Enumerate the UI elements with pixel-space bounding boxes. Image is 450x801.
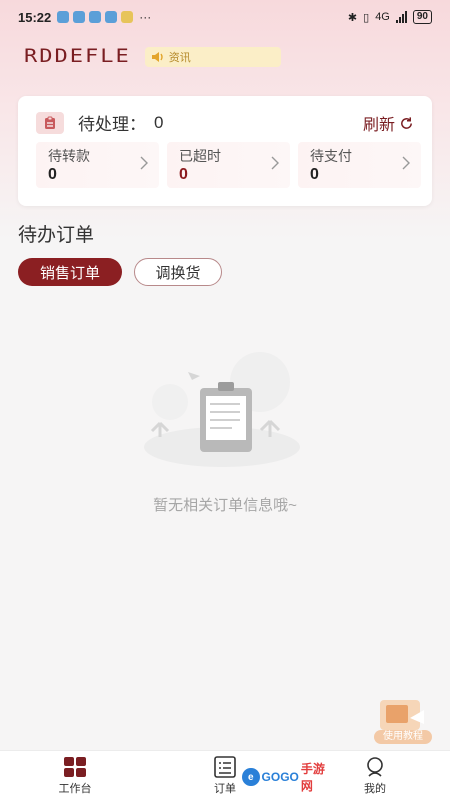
watermark-text: 手游网 bbox=[300, 762, 325, 793]
pending-header: 待处理： 0 bbox=[36, 110, 163, 135]
status-bar: 15:22 ··· ✱ ▯ 4G 90 bbox=[0, 0, 450, 34]
notification-icon bbox=[105, 11, 118, 23]
refresh-button[interactable]: 刷新 bbox=[363, 111, 414, 135]
stat-overdue[interactable]: 已超时 0 bbox=[167, 142, 290, 188]
stat-label: 待支付 bbox=[310, 148, 352, 164]
notification-icon bbox=[73, 11, 86, 23]
stat-label: 已超时 bbox=[179, 148, 221, 164]
tutorial-label: 使用教程 bbox=[374, 730, 432, 744]
battery-icon: 90 bbox=[412, 10, 432, 24]
pending-summary-card: 待处理： 0 刷新 待转款 0 已超时 0 待支付 0 bbox=[18, 96, 432, 206]
notification-icon bbox=[57, 11, 70, 23]
empty-state-illustration bbox=[144, 352, 300, 467]
pending-count: 0 bbox=[154, 112, 164, 132]
nav-label: 订单 bbox=[214, 783, 236, 795]
status-more-icon: ··· bbox=[139, 10, 152, 24]
grid-icon bbox=[64, 757, 86, 777]
vibrate-icon: ▯ bbox=[363, 11, 370, 24]
notification-icon bbox=[89, 11, 102, 23]
stat-label: 待转款 bbox=[48, 148, 90, 164]
stat-pending-transfer[interactable]: 待转款 0 bbox=[36, 142, 159, 188]
status-time: 15:22 bbox=[18, 9, 52, 25]
empty-state-text: 暂无相关订单信息哦~ bbox=[153, 497, 297, 514]
stat-pending-payment[interactable]: 待支付 0 bbox=[298, 142, 421, 188]
signal-icon bbox=[395, 11, 407, 23]
tab-workbench[interactable]: 工作台 bbox=[0, 751, 150, 801]
bluetooth-icon: ✱ bbox=[347, 11, 358, 24]
news-text: 资讯 bbox=[168, 51, 191, 64]
refresh-icon bbox=[401, 116, 412, 129]
chevron-right-icon bbox=[140, 156, 148, 170]
stat-value: 0 bbox=[48, 166, 57, 183]
bottom-tabbar: 工作台 订单 我的 bbox=[0, 750, 450, 801]
stats-row: 待转款 0 已超时 0 待支付 0 bbox=[36, 142, 421, 188]
network-label: 4G bbox=[375, 11, 390, 23]
speaker-icon bbox=[151, 51, 163, 62]
nav-label: 我的 bbox=[364, 783, 386, 795]
status-indicators: ✱ ▯ 4G 90 bbox=[348, 10, 432, 24]
brand-row: RDDEFLE 资讯 bbox=[24, 44, 281, 69]
watermark-logo-icon: e bbox=[242, 768, 260, 786]
nav-label: 工作台 bbox=[58, 783, 92, 795]
stat-value: 0 bbox=[179, 166, 188, 183]
tutorial-button[interactable]: 使用教程 bbox=[370, 696, 436, 746]
watermark-badge: e GOGO 手游网 bbox=[240, 762, 336, 793]
pending-label: 待处理： bbox=[78, 115, 146, 134]
order-list-icon bbox=[214, 756, 236, 778]
refresh-label: 刷新 bbox=[362, 117, 395, 134]
stat-value: 0 bbox=[310, 166, 319, 183]
chevron-right-icon bbox=[402, 156, 410, 170]
section-title: 待办订单 bbox=[18, 225, 95, 246]
person-icon bbox=[367, 757, 383, 777]
news-ticker[interactable]: 资讯 bbox=[144, 46, 281, 67]
order-tabs: 销售订单 调换货 bbox=[18, 258, 222, 286]
brand-logo: RDDEFLE bbox=[24, 45, 131, 68]
watermark-text: GOGO bbox=[261, 770, 299, 784]
tab-sales-orders[interactable]: 销售订单 bbox=[18, 258, 122, 286]
notification-icon bbox=[121, 11, 134, 23]
clipboard-icon bbox=[36, 111, 64, 134]
tab-exchange[interactable]: 调换货 bbox=[134, 258, 222, 286]
chevron-right-icon bbox=[271, 156, 279, 170]
